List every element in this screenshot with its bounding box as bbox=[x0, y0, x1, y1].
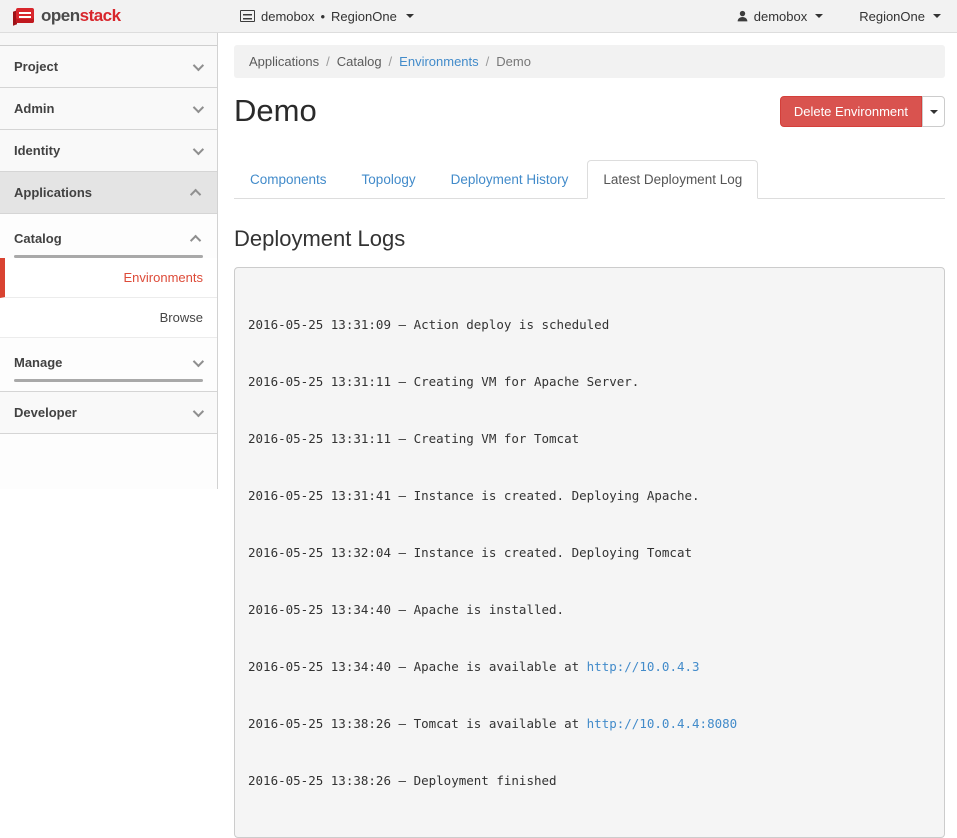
sidebar-group-label: Manage bbox=[14, 355, 62, 370]
deployment-log-box: 2016-05-25 13:31:09 — Action deploy is s… bbox=[234, 267, 945, 838]
breadcrumb-current: Demo bbox=[496, 54, 531, 69]
breadcrumb-item: Applications bbox=[249, 54, 319, 69]
log-line: 2016-05-25 13:38:26 — Tomcat is availabl… bbox=[248, 714, 931, 733]
topbar: openstack demobox • RegionOne demobox Re… bbox=[0, 0, 957, 33]
log-line: 2016-05-25 13:31:09 — Action deploy is s… bbox=[248, 315, 931, 334]
delete-environment-dropdown-toggle[interactable] bbox=[922, 96, 945, 127]
caret-down-icon bbox=[406, 14, 414, 18]
user-menu-label: demobox bbox=[754, 9, 807, 24]
user-menu[interactable]: demobox bbox=[736, 9, 823, 24]
chevron-up-icon bbox=[190, 188, 201, 199]
tab-bar: Components Topology Deployment History L… bbox=[234, 160, 945, 199]
sidebar-item-applications[interactable]: Applications bbox=[0, 172, 217, 214]
chevron-down-icon bbox=[193, 405, 204, 416]
caret-down-icon bbox=[933, 14, 941, 18]
deployment-logs-heading: Deployment Logs bbox=[234, 226, 945, 252]
region-menu[interactable]: RegionOne bbox=[859, 9, 941, 24]
caret-down-icon bbox=[815, 14, 823, 18]
sidebar-top-strip bbox=[0, 33, 217, 46]
sidebar-item-label: Identity bbox=[14, 143, 60, 158]
sidebar-item-label: Project bbox=[14, 59, 58, 74]
delete-environment-button-group: Delete Environment bbox=[780, 96, 945, 127]
switcher-region-label: RegionOne bbox=[331, 9, 397, 24]
sidebar-item-admin[interactable]: Admin bbox=[0, 88, 217, 130]
sidebar-item-label: Environments bbox=[124, 270, 203, 285]
tab-components[interactable]: Components bbox=[234, 160, 343, 199]
chevron-down-icon bbox=[193, 101, 204, 112]
logo-text: openstack bbox=[41, 6, 121, 26]
region-menu-label: RegionOne bbox=[859, 9, 925, 24]
sidebar-group-label: Catalog bbox=[14, 231, 62, 246]
openstack-cube-icon bbox=[13, 7, 34, 26]
log-line: 2016-05-25 13:32:04 — Instance is create… bbox=[248, 543, 931, 562]
sidebar-item-identity[interactable]: Identity bbox=[0, 130, 217, 172]
sidebar-item-project[interactable]: Project bbox=[0, 46, 217, 88]
log-line: 2016-05-25 13:38:26 — Deployment finishe… bbox=[248, 771, 931, 790]
group-divider bbox=[0, 382, 217, 392]
main-content: Applications/Catalog/Environments/Demo D… bbox=[219, 33, 957, 489]
chevron-down-icon bbox=[193, 59, 204, 70]
breadcrumb: Applications/Catalog/Environments/Demo bbox=[234, 45, 945, 78]
log-line: 2016-05-25 13:31:11 — Creating VM for Ap… bbox=[248, 372, 931, 391]
sidebar: Project Admin Identity Applications Cata… bbox=[0, 33, 218, 489]
chevron-up-icon bbox=[190, 234, 201, 245]
tab-topology[interactable]: Topology bbox=[346, 160, 432, 199]
log-link-tomcat-url[interactable]: http://10.0.4.4:8080 bbox=[587, 716, 738, 731]
sidebar-item-browse[interactable]: Browse bbox=[0, 298, 217, 338]
sidebar-item-developer[interactable]: Developer bbox=[0, 392, 217, 434]
sidebar-item-label: Developer bbox=[14, 405, 77, 420]
sidebar-item-label: Browse bbox=[160, 310, 203, 325]
log-link-apache-url[interactable]: http://10.0.4.3 bbox=[587, 659, 700, 674]
breadcrumb-separator: / bbox=[479, 54, 497, 69]
delete-environment-button[interactable]: Delete Environment bbox=[780, 96, 922, 127]
breadcrumb-separator: / bbox=[319, 54, 337, 69]
tab-latest-deployment-log[interactable]: Latest Deployment Log bbox=[587, 160, 758, 199]
switcher-separator: • bbox=[320, 9, 325, 24]
sidebar-group-manage[interactable]: Manage bbox=[0, 338, 217, 379]
caret-down-icon bbox=[930, 110, 938, 114]
breadcrumb-separator: / bbox=[382, 54, 400, 69]
page-title: Demo bbox=[234, 94, 317, 128]
chevron-down-icon bbox=[193, 143, 204, 154]
list-panel-icon bbox=[240, 10, 255, 22]
project-region-switcher[interactable]: demobox • RegionOne bbox=[240, 9, 414, 24]
breadcrumb-link-environments[interactable]: Environments bbox=[399, 54, 478, 69]
sidebar-item-environments[interactable]: Environments bbox=[0, 258, 217, 298]
log-line: 2016-05-25 13:34:40 — Apache is installe… bbox=[248, 600, 931, 619]
tab-deployment-history[interactable]: Deployment History bbox=[435, 160, 585, 199]
page-header: Demo Delete Environment bbox=[234, 94, 945, 128]
sidebar-group-catalog[interactable]: Catalog bbox=[0, 214, 217, 255]
chevron-down-icon bbox=[193, 355, 204, 366]
log-line: 2016-05-25 13:31:11 — Creating VM for To… bbox=[248, 429, 931, 448]
sidebar-item-label: Admin bbox=[14, 101, 54, 116]
person-icon bbox=[736, 10, 749, 23]
breadcrumb-item: Catalog bbox=[337, 54, 382, 69]
switcher-project-label: demobox bbox=[261, 9, 314, 24]
openstack-logo[interactable]: openstack bbox=[0, 6, 218, 26]
sidebar-item-label: Applications bbox=[14, 185, 92, 200]
log-line: 2016-05-25 13:34:40 — Apache is availabl… bbox=[248, 657, 931, 676]
